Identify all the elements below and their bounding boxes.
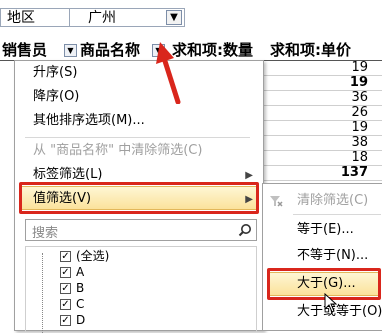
table-cell: 26 xyxy=(351,105,368,120)
table-cell: 137 xyxy=(340,165,368,180)
menu-item-more-sort-options[interactable]: 其他排序选项(M)... xyxy=(33,113,145,129)
list-item: (全选) xyxy=(76,249,110,263)
submenu-arrow-icon: ▶ xyxy=(245,170,253,181)
submenu-item-clear-filter: 清除筛选(C) xyxy=(297,193,369,208)
menu-item-clear-filter: 从 "商品名称" 中清除筛选(C) xyxy=(33,143,203,158)
filter-dropdown-icon[interactable]: ▼ xyxy=(166,10,182,25)
table-cell: 38 xyxy=(351,135,368,150)
menu-divider xyxy=(25,137,250,138)
filter-field-label: 地区 xyxy=(0,8,70,27)
mouse-cursor-icon xyxy=(324,293,338,313)
list-item: A xyxy=(76,265,85,279)
table-cell: 19 xyxy=(349,75,368,90)
annotation-highlight-box xyxy=(19,182,259,214)
submenu-item-not-equals[interactable]: 不等于(N)... xyxy=(297,248,368,264)
value-list: ✓ (全选) ✓ A ✓ B ✓ C ✓ D xyxy=(25,246,257,333)
checkbox-item[interactable]: ✓ xyxy=(60,267,71,278)
checkbox-item[interactable]: ✓ xyxy=(60,315,71,326)
checkbox-item[interactable]: ✓ xyxy=(60,283,71,294)
salesperson-filter-icon[interactable]: ▼ xyxy=(64,44,77,57)
header-product: 商品名称 xyxy=(80,41,141,59)
value-filter-submenu: 清除筛选(C) 等于(E)... 不等于(N)... 大于(G)... 大于或等… xyxy=(262,183,382,331)
filter-dropdown-menu: 升序(S) 降序(O) 其他排序选项(M)... 从 "商品名称" 中清除筛选(… xyxy=(14,60,264,333)
checkbox-select-all[interactable]: ✓ xyxy=(60,251,71,262)
menu-item-sort-descending[interactable]: 降序(O) xyxy=(33,89,79,105)
price-column: 19 19 36 26 19 38 18 137 xyxy=(263,60,382,181)
menu-item-sort-ascending[interactable]: 升序(S) xyxy=(33,65,77,81)
search-input[interactable]: 搜索 xyxy=(25,219,257,241)
search-icon xyxy=(238,224,251,237)
table-cell: 19 xyxy=(351,120,368,135)
header-sum-price: 求和项:单价 xyxy=(270,41,351,59)
submenu-item-greater-equal[interactable]: 大于或等于(O)... xyxy=(297,304,382,320)
clear-filter-icon xyxy=(270,196,283,207)
submenu-item-equals[interactable]: 等于(E)... xyxy=(297,222,354,238)
table-cell: 18 xyxy=(351,150,368,165)
menu-item-label-filter[interactable]: 标签筛选(L) xyxy=(33,167,102,183)
checkbox-item[interactable]: ✓ xyxy=(60,299,71,310)
search-placeholder: 搜索 xyxy=(32,226,59,241)
list-item: D xyxy=(76,313,86,327)
table-cell: 19 xyxy=(351,60,368,75)
list-item: C xyxy=(76,297,85,311)
table-cell: 36 xyxy=(351,90,368,105)
annotation-arrow-icon xyxy=(156,42,181,104)
header-salesperson: 销售员 xyxy=(2,41,48,59)
list-item: B xyxy=(76,281,85,295)
